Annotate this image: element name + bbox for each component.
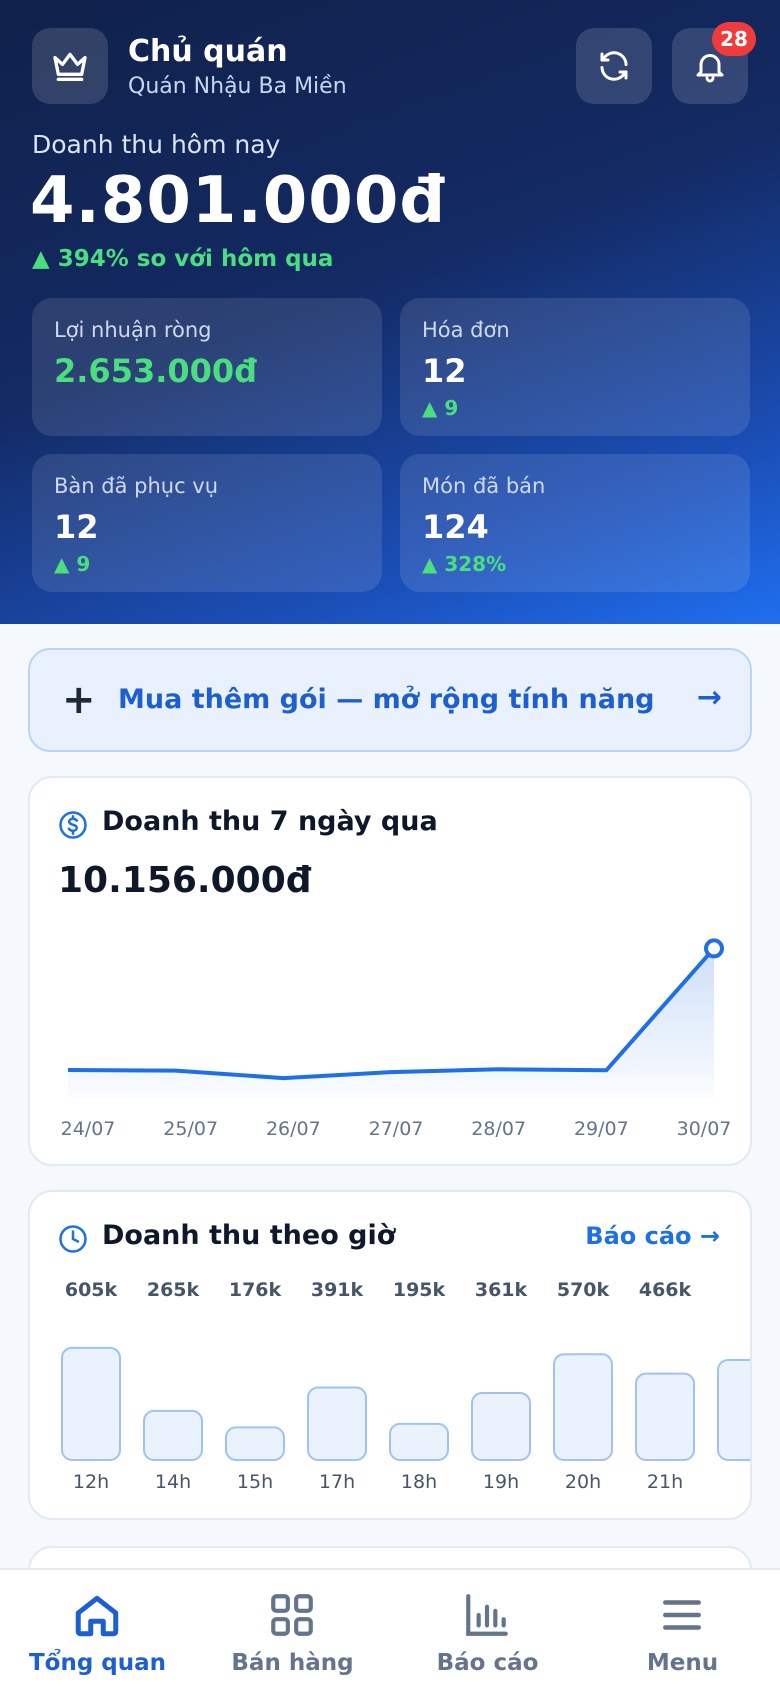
hourly-revenue-chart: 605k 12h 265k 14h 176k 15h 391k 17h 195k 18h 361k 1…: [61, 1279, 750, 1493]
stat-label: Lợi nhuận ròng: [54, 318, 212, 342]
x-tick-label: 21h: [647, 1471, 683, 1493]
x-tick-label: 17h: [319, 1471, 355, 1493]
restaurant-logo: [32, 28, 108, 104]
x-tick-label: 30/07: [677, 1118, 732, 1140]
bottom-navigation: Tổng quan Bán hàng Báo cáo Menu: [0, 1568, 780, 1688]
bar: [225, 1426, 285, 1462]
user-role: Chủ quán: [128, 34, 288, 69]
bar: [553, 1353, 613, 1461]
notification-badge: 28: [712, 22, 756, 56]
bar-value-label: 176k: [229, 1279, 282, 1301]
stat-label: Hóa đơn: [422, 318, 510, 342]
x-tick-label: 12h: [73, 1471, 109, 1493]
nav-label: Bán hàng: [231, 1650, 354, 1676]
bar: [307, 1386, 367, 1461]
weekly-revenue-card: Doanh thu 7 ngày qua 10.156.000đ 24/07 25…: [28, 776, 752, 1166]
stat-card-net-profit[interactable]: Lợi nhuận ròng 2.653.000đ: [32, 298, 382, 436]
bar-value-label: 605k: [65, 1279, 118, 1301]
stat-card-tables-served[interactable]: Bàn đã phục vụ 12 ▲ 9: [32, 454, 382, 592]
stat-card-invoices[interactable]: Hóa đơn 12 ▲ 9: [400, 298, 750, 436]
stat-card-items-sold[interactable]: Món đã bán 124 ▲ 328%: [400, 454, 750, 592]
nav-label: Tổng quan: [28, 1650, 167, 1676]
stat-delta: ▲ 9: [54, 552, 91, 576]
crown-icon: [53, 52, 87, 82]
home-icon: [75, 1595, 119, 1637]
grid-icon: [271, 1594, 313, 1636]
revenue-growth: ▲ 394% so với hôm qua: [32, 246, 334, 272]
upgrade-package-text: Mua thêm gói — mở rộng tính năng: [118, 684, 655, 715]
stat-label: Bàn đã phục vụ: [54, 474, 219, 498]
bar-value-label: 265k: [147, 1279, 200, 1301]
nav-label: Menu: [646, 1650, 719, 1676]
revenue-today-value: 4.801.000đ: [30, 164, 447, 238]
plus-icon: +: [62, 677, 96, 723]
weekly-revenue-chart: 24/07 25/07 26/07 27/07 28/07 29/07 30/07: [61, 938, 732, 1140]
x-tick-label: 27/07: [369, 1118, 424, 1140]
bar-chart-icon: [466, 1594, 508, 1636]
stat-delta: ▲ 9: [422, 396, 459, 420]
bar-value-label: 195k: [393, 1279, 446, 1301]
bar-value-label: 391k: [311, 1279, 364, 1301]
nav-item-overview[interactable]: Tổng quan: [0, 1570, 195, 1688]
refresh-button[interactable]: [576, 28, 652, 104]
revenue-line: [67, 947, 716, 1081]
x-tick-label: 18h: [401, 1471, 437, 1493]
bar: [635, 1372, 695, 1461]
bar-value-label: 570k: [557, 1279, 610, 1301]
bar-value-label: 466k: [639, 1279, 692, 1301]
revenue-area: [68, 948, 714, 1098]
arrow-right-icon: →: [696, 680, 722, 715]
upgrade-package-banner[interactable]: + Mua thêm gói — mở rộng tính năng →: [28, 648, 752, 752]
hourly-revenue-card: Doanh thu theo giờ Báo cáo → 605k 12h 265k…: [28, 1190, 752, 1520]
shop-name: Quán Nhậu Ba Miền: [128, 74, 347, 99]
stat-value: 2.653.000đ: [54, 352, 258, 390]
stat-value: 12: [54, 508, 99, 546]
x-tick-label: 20h: [565, 1471, 601, 1493]
data-point: [704, 938, 724, 959]
nav-item-reports[interactable]: Báo cáo: [390, 1570, 585, 1688]
bar: [143, 1409, 203, 1462]
stat-label: Món đã bán: [422, 474, 546, 498]
x-tick-label: 14h: [155, 1471, 191, 1493]
stat-value: 12: [422, 352, 467, 390]
x-tick-label: 24/07: [61, 1118, 116, 1140]
x-tick-label: 25/07: [163, 1118, 218, 1140]
bar: [717, 1359, 750, 1461]
bar: [389, 1422, 449, 1462]
x-tick-label: 15h: [237, 1471, 273, 1493]
nav-item-sales[interactable]: Bán hàng: [195, 1570, 390, 1688]
menu-icon: [663, 1600, 701, 1630]
bar-value-label: 361k: [475, 1279, 528, 1301]
nav-label: Báo cáo: [436, 1650, 539, 1676]
x-tick-label: 28/07: [471, 1118, 526, 1140]
nav-item-menu[interactable]: Menu: [585, 1570, 780, 1688]
x-tick-label: 19h: [483, 1471, 519, 1493]
x-tick-label: 26/07: [266, 1118, 321, 1140]
header-panel: Chủ quán Quán Nhậu Ba Miền 28 Doanh thu …: [0, 0, 780, 624]
refresh-icon: [600, 51, 628, 81]
bar: [471, 1392, 531, 1461]
stat-delta: ▲ 328%: [422, 552, 507, 576]
revenue-today-label: Doanh thu hôm nay: [32, 130, 281, 159]
x-tick-label: 29/07: [574, 1118, 629, 1140]
bar: [61, 1346, 121, 1462]
stat-value: 124: [422, 508, 489, 546]
